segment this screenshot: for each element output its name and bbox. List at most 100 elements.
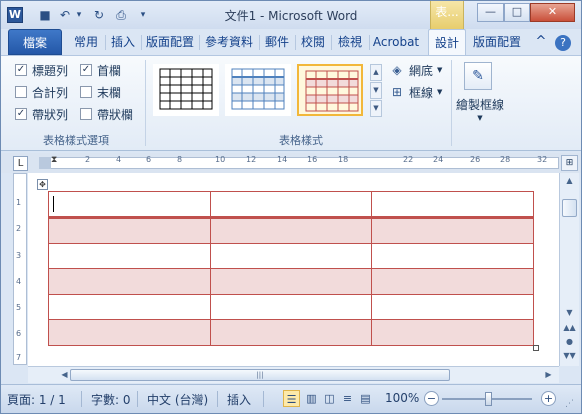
shading-button[interactable]: ◈ 網底 ▼ [389,61,442,79]
previous-page-icon[interactable]: ▲▲ [561,321,578,335]
close-button[interactable]: ✕ [530,3,575,22]
word-count[interactable]: 字數: 0 [91,391,131,408]
tab-references[interactable]: 參考資料 [200,29,258,55]
table-cell[interactable] [371,268,534,295]
ruler-tick: 4 [116,155,122,164]
table-style-red-selected[interactable] [297,64,363,116]
page-count[interactable]: 頁面: 1 / 1 [7,391,66,408]
ruler-tick: 2 [16,224,22,233]
language-indicator[interactable]: 中文 (台灣) [147,391,208,408]
indent-marker-icon[interactable]: ⧗ [51,155,59,171]
gallery-scroll-up-icon[interactable]: ▲ [370,64,382,81]
table-cell[interactable] [209,268,373,295]
document-table[interactable] [48,191,534,346]
print-layout-view-icon[interactable]: ☰ [283,390,300,407]
header-row-checkbox[interactable]: ✓ 標題列 [15,62,68,78]
ruler-tick: 6 [146,155,152,164]
table-resize-handle[interactable] [533,345,539,351]
table-cell[interactable] [48,293,211,320]
table-cell[interactable] [209,217,373,244]
tab-view[interactable]: 檢視 [332,29,368,55]
ruler-tick: 6 [16,329,22,338]
scroll-down-icon[interactable]: ▼ [561,306,578,320]
document-page[interactable]: ✥ [28,173,559,366]
resize-grip-icon[interactable]: ⋰ [565,399,574,409]
tab-file[interactable]: 檔案 [8,29,62,55]
table-cell[interactable] [48,191,211,219]
table-cell[interactable] [209,191,373,219]
total-row-checkbox[interactable]: 合計列 [15,84,68,100]
ruler-tick: 7 [16,353,22,362]
browse-object-icon[interactable]: ● [561,335,578,349]
last-column-checkbox[interactable]: 末欄 [80,84,121,100]
banded-columns-checkbox[interactable]: 帶狀欄 [80,106,133,122]
ruler-tick: 4 [16,277,22,286]
tab-insert[interactable]: 插入 [106,29,140,55]
ruler-margin [39,157,51,169]
tab-stop-selector[interactable]: L [13,156,28,171]
tab-review[interactable]: 校閱 [296,29,330,55]
ruler-tick: 24 [433,155,444,164]
zoom-level[interactable]: 100% [385,391,419,405]
zoom-out-icon[interactable]: − [424,391,439,406]
draft-view-icon[interactable]: ▤ [357,390,374,407]
table-cell[interactable] [48,319,211,346]
vertical-scroll-thumb[interactable] [562,199,577,217]
help-icon[interactable]: ? [554,29,572,55]
table-style-blue[interactable] [225,64,291,116]
minimize-button[interactable]: — [477,3,504,22]
tab-page-layout[interactable]: 版面配置 [142,29,198,55]
tab-table-layout[interactable]: 版面配置 [468,29,526,55]
minimize-ribbon-icon[interactable]: ^ [533,29,549,55]
checkbox-box: ✓ [80,64,92,76]
horizontal-scrollbar[interactable]: ◀ ||| ▶ [28,366,559,383]
table-style-plain[interactable] [153,64,219,116]
next-page-icon[interactable]: ▼▼ [561,349,578,363]
table-cell[interactable] [209,319,373,346]
table-cell[interactable] [48,268,211,295]
tab-home[interactable]: 常用 [68,29,104,55]
table-style-plain-preview [159,68,213,110]
insert-mode-indicator[interactable]: 插入 [227,391,251,408]
table-cell[interactable] [209,293,373,320]
full-screen-reading-view-icon[interactable]: ▥ [303,390,320,407]
borders-button[interactable]: ⊞ 框線 ▼ [389,83,442,101]
table-cell[interactable] [371,319,534,346]
checkbox-label: 合計列 [32,85,69,100]
outline-view-icon[interactable]: ≡ [339,390,356,407]
view-ruler-icon[interactable]: ⊞ [561,155,578,171]
table-cell[interactable] [371,242,534,269]
table-cell[interactable] [48,242,211,269]
gallery-more-icon[interactable]: ▼ [370,100,382,117]
tab-design[interactable]: 設計 [428,29,466,56]
checkbox-label: 帶狀欄 [97,107,134,122]
banded-rows-checkbox[interactable]: ✓ 帶狀列 [15,106,68,122]
horizontal-scroll-thumb[interactable]: ||| [70,369,450,381]
table-move-handle-icon[interactable]: ✥ [37,179,48,190]
zoom-slider-thumb[interactable] [485,392,492,406]
borders-label: 框線 [409,85,434,100]
ruler-tick: 14 [277,155,288,164]
table-cell[interactable] [371,217,534,244]
horizontal-ruler[interactable]: L ⧗ 2 4 6 8 10 12 14 16 18 22 24 26 28 3… [1,153,581,173]
text-cursor [53,196,54,212]
zoom-in-icon[interactable]: + [541,391,556,406]
table-cell[interactable] [48,217,211,244]
scroll-up-icon[interactable]: ▲ [561,174,578,188]
table-cell[interactable] [371,191,534,219]
vertical-scrollbar[interactable]: ▲ ▼ ▲▲ ● ▼▼ [559,173,579,366]
first-column-checkbox[interactable]: ✓ 首欄 [80,62,121,78]
scroll-right-icon[interactable]: ▶ [540,368,557,382]
vertical-ruler[interactable]: 1 2 3 4 5 6 7 [13,173,27,365]
checkbox-box: ✓ [15,64,27,76]
table-cell[interactable] [209,242,373,269]
maximize-button[interactable]: □ [504,3,530,22]
tab-mailings[interactable]: 郵件 [260,29,294,55]
web-layout-view-icon[interactable]: ◫ [321,390,338,407]
gallery-scroll-down-icon[interactable]: ▼ [370,82,382,99]
table-cell[interactable] [371,293,534,320]
group-label-table-styles: 表格樣式 [279,134,323,147]
chevron-down-icon: ▼ [477,114,483,122]
draw-borders-button[interactable]: ✎ 繪製框線 ▼ [451,60,509,130]
tab-acrobat[interactable]: Acrobat [370,29,422,55]
